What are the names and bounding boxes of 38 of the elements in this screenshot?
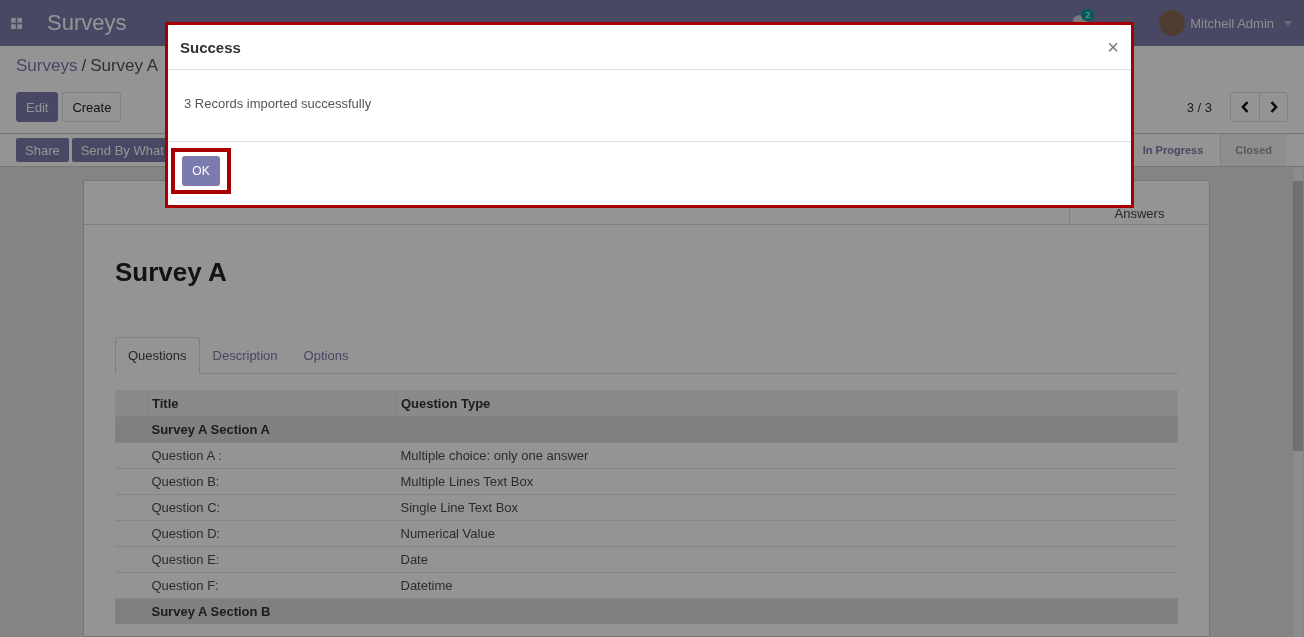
create-button[interactable]: Create xyxy=(62,92,122,122)
notification-badge: 2 xyxy=(1081,9,1095,21)
breadcrumb-item[interactable]: Surveys xyxy=(16,56,78,76)
edit-button[interactable]: Edit xyxy=(16,92,59,122)
user-menu[interactable]: Mitchell Admin xyxy=(1190,15,1274,31)
avatar xyxy=(1159,10,1186,36)
ok-button[interactable]: OK xyxy=(182,156,220,186)
table-cell: Multiple Lines Text Box xyxy=(396,468,1178,495)
app-name: Surveys xyxy=(47,10,127,36)
scrollbar[interactable] xyxy=(1293,167,1303,637)
table-cell: Question C: xyxy=(147,494,397,521)
record-title: Survey A xyxy=(115,257,228,289)
tab[interactable]: Questions xyxy=(115,337,200,374)
dialog-message: 3 Records imported successfully xyxy=(184,96,372,111)
tab[interactable]: Options xyxy=(290,337,362,374)
close-button[interactable]: × xyxy=(1105,37,1121,57)
next-button[interactable] xyxy=(1259,93,1287,121)
chevron-left-icon xyxy=(1241,101,1249,113)
column-header[interactable]: Question Type xyxy=(396,390,1178,417)
chevron-right-icon xyxy=(1269,101,1278,113)
table-cell: Question B: xyxy=(147,468,397,495)
breadcrumb-item: Survey A xyxy=(90,56,159,76)
table-cell: Single Line Text Box xyxy=(396,494,1178,521)
table-cell: Multiple choice: only one answer xyxy=(396,442,1178,469)
tab[interactable]: Description xyxy=(199,337,291,374)
dialog-title: Success xyxy=(180,38,242,56)
apps-menu-icon[interactable] xyxy=(11,17,22,29)
table-cell: Date xyxy=(396,546,1178,573)
table-cell: Question E: xyxy=(147,546,397,573)
section-row[interactable]: Survey A Section B xyxy=(147,598,1178,624)
table-cell: Question D: xyxy=(147,520,397,547)
table-cell: Question A : xyxy=(147,442,397,469)
breadcrumb-separator: / xyxy=(81,56,87,76)
column-header[interactable]: Title xyxy=(147,390,397,417)
action-button[interactable]: Share xyxy=(16,138,69,162)
table-cell: Numerical Value xyxy=(396,520,1178,547)
section-row[interactable]: Survey A Section A xyxy=(147,416,1178,443)
pager-counter: 3 / 3 xyxy=(1186,99,1212,115)
